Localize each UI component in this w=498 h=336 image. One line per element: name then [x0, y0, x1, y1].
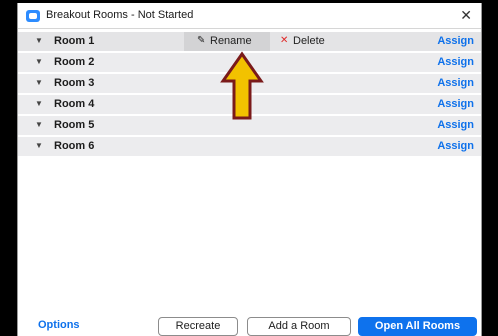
caret-down-icon[interactable]: ▼	[35, 99, 43, 108]
caret-down-icon[interactable]: ▼	[35, 120, 43, 129]
assign-link[interactable]: Assign	[437, 98, 474, 110]
assign-link[interactable]: Assign	[437, 140, 474, 152]
pencil-icon: ✎	[197, 35, 206, 46]
room-name: Room 3	[54, 77, 95, 89]
room-name: Room 2	[54, 56, 95, 68]
add-room-button[interactable]: Add a Room	[247, 317, 351, 336]
recreate-button[interactable]: Recreate	[158, 317, 238, 336]
breakout-rooms-window: Breakout Rooms - Not Started ✕ ▼ Room 1 …	[17, 3, 482, 336]
room-name: Room 5	[54, 119, 95, 131]
caret-down-icon[interactable]: ▼	[35, 141, 43, 150]
assign-link[interactable]: Assign	[437, 119, 474, 131]
delete-button[interactable]: ✕ Delete	[276, 32, 344, 51]
assign-link[interactable]: Assign	[437, 35, 474, 47]
up-arrow-icon	[220, 51, 264, 120]
footer-bar: Options Recreate Add a Room Open All Roo…	[18, 314, 481, 336]
rename-button[interactable]: ✎ Rename	[184, 32, 270, 51]
open-all-rooms-button[interactable]: Open All Rooms	[358, 317, 477, 336]
room-name: Room 4	[54, 98, 95, 110]
caret-down-icon[interactable]: ▼	[35, 78, 43, 87]
room-name: Room 1	[54, 35, 95, 47]
x-icon: ✕	[280, 35, 289, 46]
room-row-1[interactable]: ▼ Room 1 ✎ Rename ✕ Delete Assign	[18, 32, 481, 51]
options-button[interactable]: Options	[38, 319, 80, 331]
caret-down-icon[interactable]: ▼	[35, 57, 43, 66]
assign-link[interactable]: Assign	[437, 77, 474, 89]
rename-label: Rename	[210, 35, 252, 47]
delete-label: Delete	[293, 35, 325, 47]
assign-link[interactable]: Assign	[437, 56, 474, 68]
window-title: Breakout Rooms - Not Started	[46, 9, 194, 21]
title-bar: Breakout Rooms - Not Started ✕	[18, 3, 481, 29]
close-icon[interactable]: ✕	[460, 7, 472, 23]
room-name: Room 6	[54, 140, 95, 152]
zoom-app-icon	[26, 10, 40, 22]
room-row-6[interactable]: ▼ Room 6 Assign	[18, 137, 481, 156]
caret-down-icon[interactable]: ▼	[35, 36, 43, 45]
